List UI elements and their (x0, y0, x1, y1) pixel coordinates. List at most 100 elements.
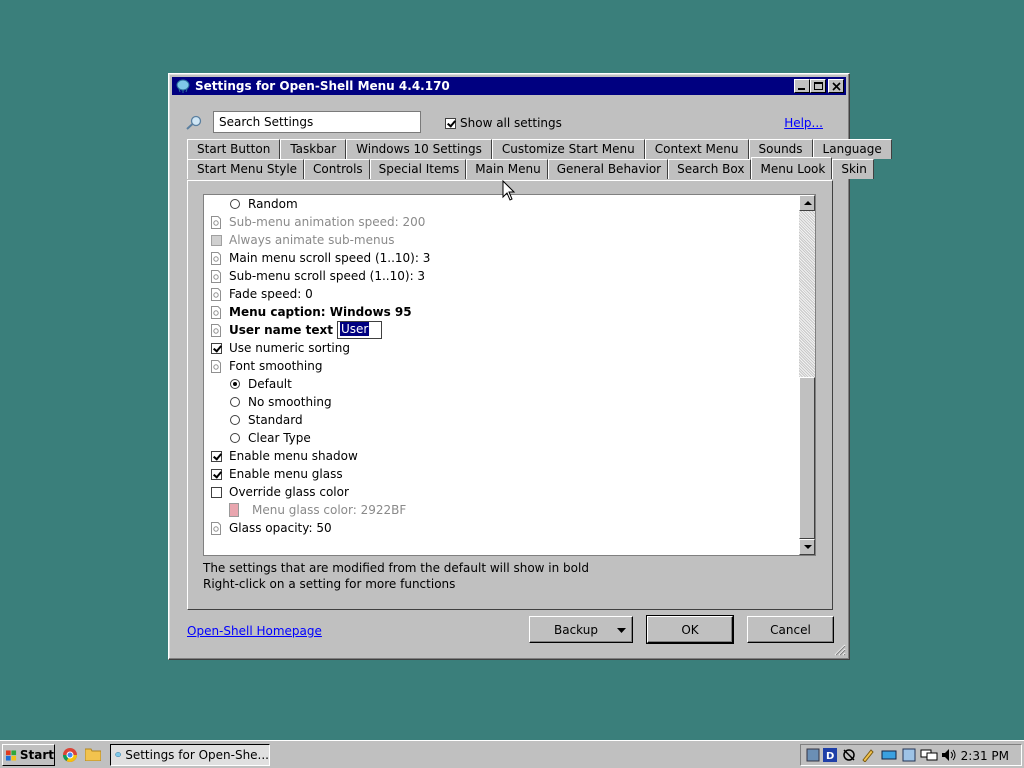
maximize-icon (814, 82, 823, 90)
setting-row[interactable]: Sub-menu scroll speed (1..10): 3 (210, 267, 425, 285)
setting-row[interactable]: Main menu scroll speed (1..10): 3 (210, 249, 430, 267)
tab-main-menu[interactable]: Main Menu (466, 159, 548, 179)
setting-row[interactable]: Glass opacity: 50 (210, 519, 332, 537)
setting-label: Menu glass color: 2922BF (252, 503, 407, 517)
tab-start-button[interactable]: Start Button (187, 139, 281, 159)
tab-menu-look[interactable]: Menu Look (751, 157, 833, 179)
setting-row[interactable]: Menu caption: Windows 95 (210, 303, 412, 321)
checkbox[interactable] (210, 485, 222, 499)
setting-row[interactable]: Enable menu shadow (210, 447, 358, 465)
setting-row[interactable]: User name text User (210, 321, 383, 339)
tab-context-menu[interactable]: Context Menu (644, 139, 749, 159)
scroll-thumb[interactable] (799, 377, 815, 539)
hint-right-click: Right-click on a setting for more functi… (203, 577, 456, 591)
minimize-button[interactable] (794, 79, 810, 93)
setting-icon (210, 251, 222, 265)
open-shell-homepage-link[interactable]: Open-Shell Homepage (187, 624, 322, 638)
tray-device-icon[interactable] (902, 748, 916, 762)
setting-row[interactable]: No smoothing (229, 393, 332, 411)
file-explorer-icon[interactable] (85, 747, 101, 761)
checkbox[interactable] (210, 467, 222, 481)
setting-label: Use numeric sorting (229, 341, 350, 355)
search-input[interactable] (213, 111, 421, 133)
search-icon (186, 115, 202, 130)
tray-network-icon[interactable] (920, 748, 938, 762)
tab-controls[interactable]: Controls (304, 159, 370, 179)
tray-monitor-icon[interactable] (881, 748, 897, 762)
clock[interactable]: 2:31 PM (961, 749, 1009, 763)
show-all-settings-toggle[interactable]: Show all settings (445, 116, 562, 130)
setting-row[interactable]: Standard (229, 411, 303, 429)
setting-row[interactable]: Default (229, 375, 292, 393)
setting-label: Sub-menu scroll speed (1..10): 3 (229, 269, 426, 283)
chrome-icon[interactable] (62, 747, 78, 763)
volume-icon[interactable] (941, 748, 957, 762)
tab-skin[interactable]: Skin (832, 159, 874, 179)
maximize-button[interactable] (810, 79, 826, 93)
tab-panel: Random Sub-menu animation speed: 200 Alway… (187, 180, 833, 610)
radio-button[interactable] (229, 431, 241, 445)
setting-icon (210, 521, 222, 535)
setting-label: Always animate sub-menus (229, 233, 395, 247)
resize-grip-icon[interactable] (834, 644, 846, 656)
vertical-scrollbar[interactable] (799, 195, 815, 555)
setting-row[interactable]: Fade speed: 0 (210, 285, 313, 303)
checkbox[interactable] (210, 341, 222, 355)
setting-label: Font smoothing (229, 359, 323, 373)
tab-search-box[interactable]: Search Box (668, 159, 752, 179)
setting-row[interactable]: Clear Type (229, 429, 311, 447)
user-name-text-input[interactable]: User (336, 321, 383, 339)
taskbar: Start Settings for Open-She... D 2:31 PM (0, 740, 1024, 768)
setting-row[interactable]: Font smoothing (210, 357, 322, 375)
radio-button[interactable] (229, 395, 241, 409)
checkbox[interactable] (210, 449, 222, 463)
tab-windows-10-settings[interactable]: Windows 10 Settings (346, 139, 492, 159)
ok-button[interactable]: OK (646, 615, 734, 644)
backup-button[interactable]: Backup (529, 616, 633, 643)
show-all-checkbox[interactable] (445, 117, 456, 129)
setting-row[interactable]: Use numeric sorting (210, 339, 350, 357)
arrow-up-icon (804, 201, 812, 205)
setting-label: Enable menu glass (229, 467, 343, 481)
tab-taskbar[interactable]: Taskbar (280, 139, 347, 159)
settings-list[interactable]: Random Sub-menu animation speed: 200 Alway… (203, 194, 816, 556)
tab-language[interactable]: Language (812, 139, 892, 159)
setting-row[interactable]: Random (229, 195, 298, 213)
tray-app-icon[interactable] (806, 748, 820, 762)
scroll-track[interactable] (799, 211, 815, 377)
setting-label: Random (248, 197, 298, 211)
setting-row[interactable]: Sub-menu animation speed: 200 (210, 213, 425, 231)
setting-icon (210, 287, 222, 301)
radio-button[interactable] (229, 197, 241, 211)
tray-d-icon[interactable]: D (823, 748, 837, 762)
start-button[interactable]: Start (2, 744, 55, 766)
setting-row[interactable]: Always animate sub-menus (210, 231, 394, 249)
setting-label: Menu caption: Windows 95 (229, 305, 412, 319)
tab-sounds[interactable]: Sounds (748, 139, 813, 159)
setting-row[interactable]: Menu glass color: 2922BF (229, 501, 406, 519)
radio-button[interactable] (229, 413, 241, 427)
taskbar-item-settings[interactable]: Settings for Open-She... (110, 744, 270, 766)
scroll-up-button[interactable] (799, 195, 815, 211)
setting-label: Default (248, 377, 292, 391)
tray-pen-icon[interactable] (861, 748, 875, 762)
tab-start-menu-style[interactable]: Start Menu Style (187, 159, 305, 179)
tab-customize-start-menu[interactable]: Customize Start Menu (491, 139, 645, 159)
close-button[interactable] (828, 79, 844, 93)
mouse-cursor-icon (502, 180, 516, 201)
color-swatch[interactable] (229, 503, 245, 517)
setting-label: Enable menu shadow (229, 449, 358, 463)
hint-bold-settings: The settings that are modified from the … (203, 561, 589, 575)
setting-row[interactable]: Override glass color (210, 483, 349, 501)
checkbox[interactable] (210, 233, 222, 247)
setting-row[interactable]: Enable menu glass (210, 465, 343, 483)
radio-button[interactable] (229, 377, 241, 391)
help-link[interactable]: Help... (784, 116, 823, 130)
arrow-down-icon (804, 545, 812, 549)
title-bar[interactable]: Settings for Open-Shell Menu 4.4.170 (172, 77, 846, 95)
scroll-down-button[interactable] (799, 539, 815, 555)
tray-network-off-icon[interactable] (842, 748, 856, 762)
tab-general-behavior[interactable]: General Behavior (547, 159, 669, 179)
tab-special-items[interactable]: Special Items (369, 159, 467, 179)
cancel-button[interactable]: Cancel (747, 616, 834, 643)
